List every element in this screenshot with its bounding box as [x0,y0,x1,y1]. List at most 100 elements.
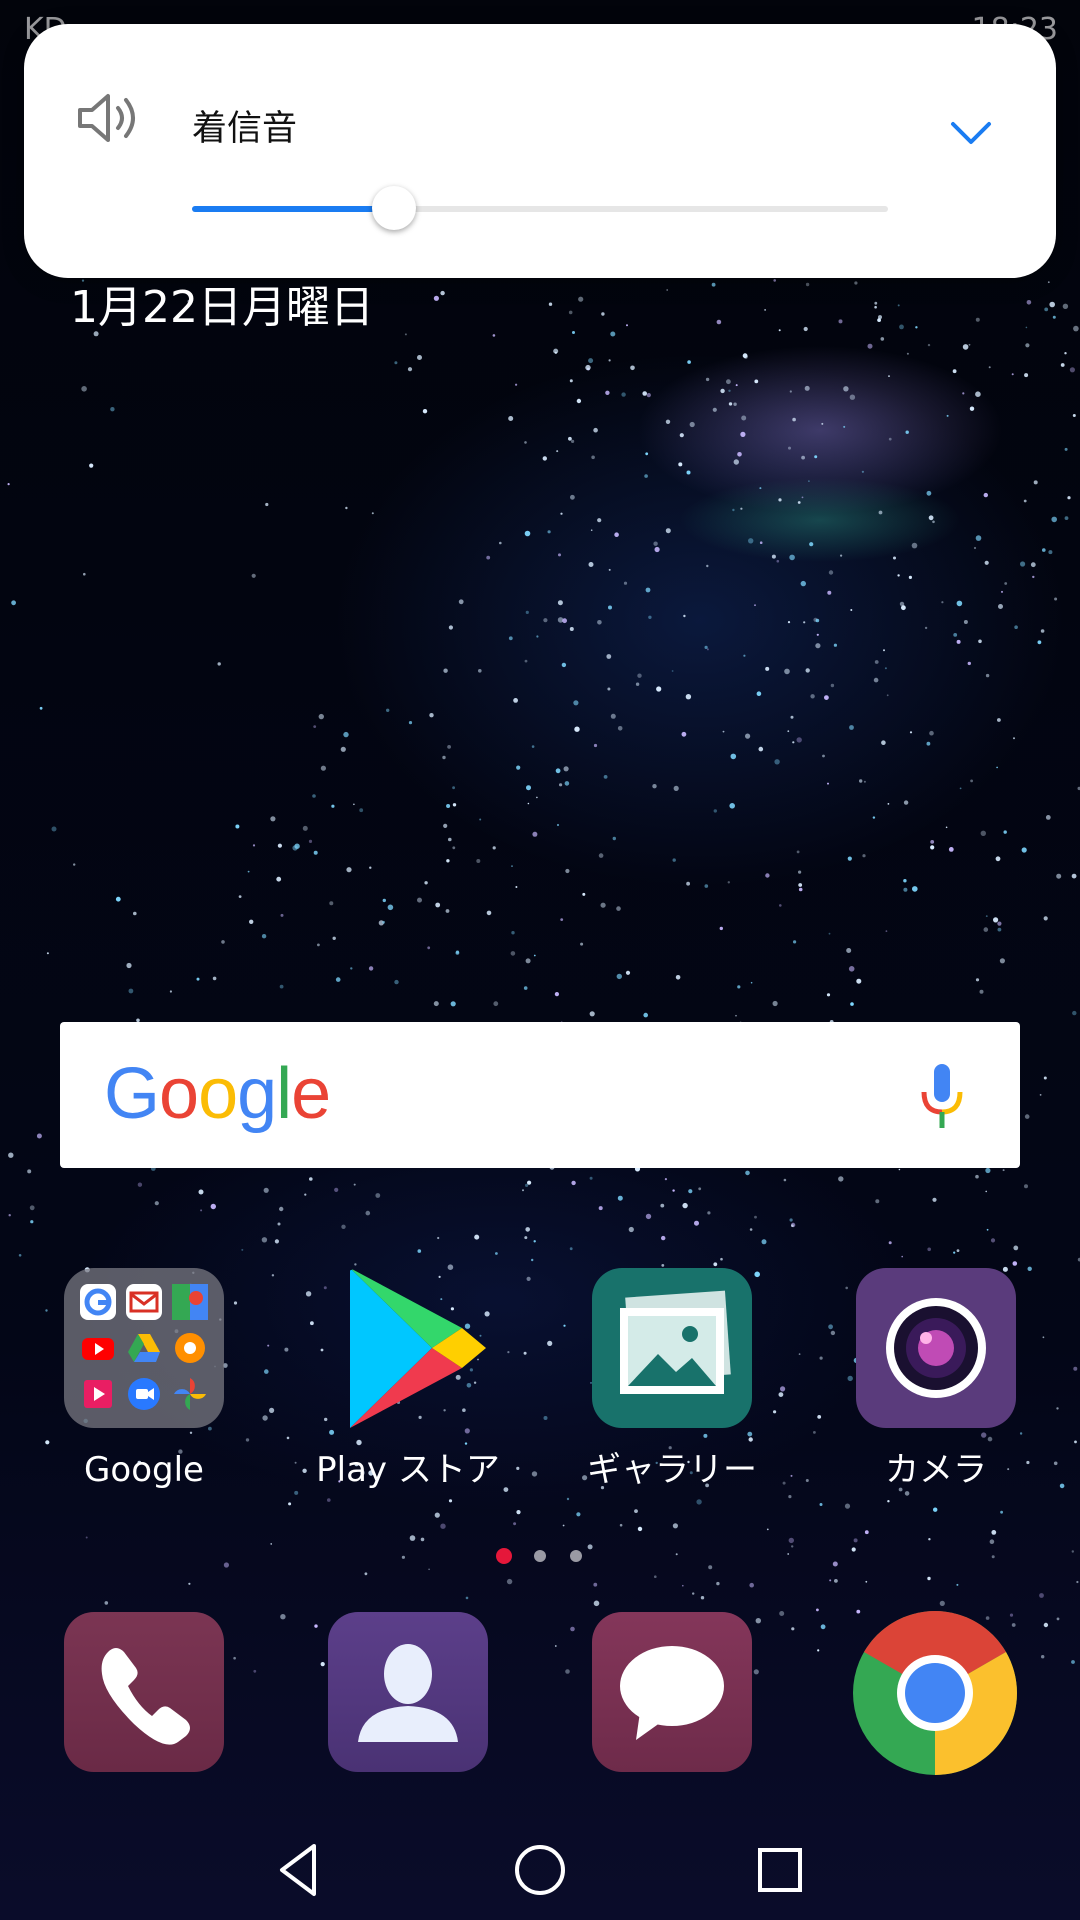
wallpaper-particle [801,455,805,460]
wallpaper-particle [270,1543,273,1545]
wallpaper-particle [608,359,611,362]
wallpaper-particle [45,1309,48,1312]
wallpaper-particle [732,508,735,512]
home-icon[interactable] [510,1840,570,1900]
wallpaper-particle [688,1189,693,1194]
wallpaper-particle [375,1193,381,1198]
wallpaper-particle [200,1209,203,1212]
dock-phone[interactable] [64,1612,224,1772]
wallpaper-particle [288,1502,292,1506]
wallpaper-particle [861,470,865,473]
mic-icon[interactable] [912,1062,972,1132]
app-label: Google [84,1450,204,1490]
speaker-icon[interactable] [76,90,144,146]
wallpaper-particle [565,868,570,874]
wallpaper-particle [525,958,531,964]
wallpaper-particle [754,604,756,607]
wallpaper-particle [888,375,890,377]
wallpaper-particle [563,1324,566,1327]
wallpaper-particle [927,1576,931,1581]
wallpaper-particle [582,892,586,896]
camera-icon[interactable] [856,1268,1016,1428]
wallpaper-particle [572,331,575,334]
wallpaper-particle [318,713,324,720]
wallpaper-particle [241,1248,244,1251]
wallpaper-particle [686,881,690,886]
volume-slider-thumb[interactable] [371,186,416,230]
wallpaper-particle [817,1649,820,1652]
page-dot-3[interactable] [570,1550,582,1562]
wallpaper-particle [593,1600,600,1607]
wallpaper-particle [784,668,790,675]
wallpaper-particle [928,515,934,521]
wallpaper-particle [137,1182,143,1187]
google-search-bar[interactable]: Google [60,1022,1020,1168]
wallpaper-particle [617,726,623,731]
wallpaper-particle [271,1274,275,1277]
wallpaper-particle [1073,325,1079,332]
wallpaper-particle [792,741,795,744]
back-icon[interactable] [270,1840,330,1900]
wallpaper-particle [292,845,298,851]
wallpaper-particle [719,926,723,931]
wallpaper-particle [585,364,591,371]
wallpaper-particle [953,1251,956,1254]
wallpaper-particle [446,859,450,863]
wallpaper-particle [560,918,564,921]
wallpaper-particle [39,706,43,710]
date-widget[interactable]: 1月22日月曜日 [70,280,374,336]
wallpaper-particle [865,1580,868,1583]
wallpaper-particle [189,1431,193,1435]
wallpaper-particle [279,984,284,989]
wallpaper-particle [445,909,450,913]
wallpaper-particle [727,881,730,884]
wallpaper-particle [110,407,115,412]
gallery-icon[interactable] [592,1268,752,1428]
wallpaper-particle [654,1575,657,1578]
wallpaper-particle [522,1189,524,1192]
drive-icon [126,1330,162,1366]
dock-messages[interactable] [592,1612,752,1772]
wallpaper-particle [623,581,628,585]
wallpaper-particle [845,1286,848,1290]
google-folder-icon[interactable] [64,1268,224,1428]
wallpaper-particle [810,694,815,699]
wallpaper-particle [302,825,308,831]
wallpaper-particle [382,920,385,924]
recents-icon[interactable] [750,1840,810,1900]
dock-contacts[interactable] [328,1612,488,1772]
wallpaper-particle [924,626,928,630]
wallpaper-particle [1056,1617,1060,1621]
chevron-down-icon[interactable] [950,120,992,146]
wallpaper-particle [787,730,790,733]
play-store-icon[interactable] [332,1268,492,1438]
wallpaper-particle [1069,367,1075,373]
wallpaper-particle [634,1509,638,1513]
wallpaper-particle [280,1614,286,1620]
wallpaper-particle [422,409,428,414]
wallpaper-particle [1027,1266,1032,1272]
wallpaper-particle [261,934,267,939]
wallpaper-particle [645,587,651,593]
wallpaper-particle [515,383,518,386]
wallpaper-particle [874,305,877,309]
wallpaper-particle [587,1544,593,1550]
wallpaper-particle [741,415,747,421]
volume-slider[interactable] [192,186,888,230]
wallpaper-particle [878,510,883,515]
dock-chrome[interactable] [850,1608,1020,1778]
wallpaper-particle [11,600,16,606]
wallpaper-particle [737,985,741,989]
wallpaper-particle [962,344,969,350]
wallpaper-particle [646,393,651,398]
page-dot-1[interactable] [496,1548,512,1564]
google-logo-letter: G [104,1054,160,1134]
wallpaper-particle [969,406,975,411]
wallpaper-particle [804,385,810,391]
wallpaper-particle [877,318,881,322]
page-dot-2[interactable] [534,1550,546,1562]
wallpaper-particle [872,816,876,819]
wallpaper-particle [968,343,971,346]
wallpaper-particle [948,847,954,852]
wallpaper-particle [828,1324,833,1330]
